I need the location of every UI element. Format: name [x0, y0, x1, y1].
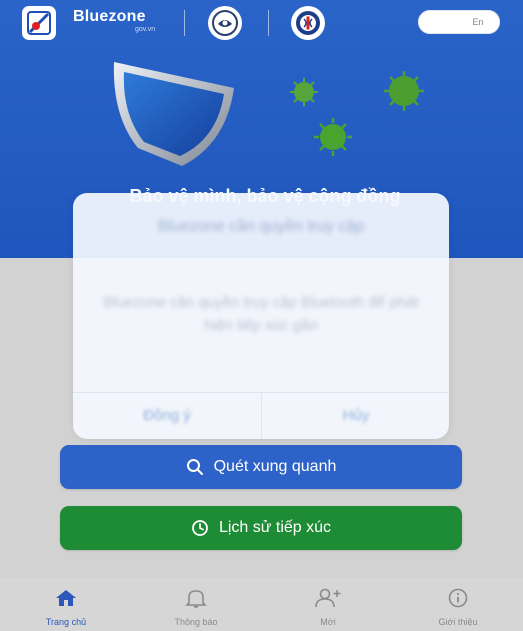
- contact-history-label: Lịch sử tiếp xúc: [218, 519, 332, 536]
- dialog-title: Bluezone cần quyền truy cập: [157, 218, 365, 235]
- bottom-tab-bar: Trang chủ Thông báo Mời Giới thiệu: [0, 578, 523, 631]
- lang-option-en[interactable]: En: [460, 10, 496, 34]
- tab-label: Trang chủ: [45, 617, 87, 627]
- tab-label: Giới thiệu: [438, 617, 478, 627]
- top-bar: Bluezone gov.vn Vi En: [0, 0, 523, 48]
- health-ministry-emblem-icon: [291, 6, 325, 40]
- scan-nearby-label: Quét xung quanh: [213, 458, 337, 475]
- scan-nearby-button[interactable]: Quét xung quanh: [60, 445, 462, 489]
- virus-icon: [384, 71, 424, 111]
- dialog-confirm-button[interactable]: Đồng ý: [73, 393, 261, 439]
- clock-icon: [191, 519, 209, 537]
- home-icon: [54, 588, 78, 613]
- contact-history-button[interactable]: Lịch sử tiếp xúc: [60, 506, 462, 550]
- tab-notifications[interactable]: Thông báo: [144, 578, 248, 631]
- language-toggle[interactable]: Vi En: [418, 10, 500, 34]
- bell-icon: [185, 588, 207, 613]
- search-icon: [186, 458, 204, 476]
- tab-invite[interactable]: Mời: [276, 578, 380, 631]
- divider: [268, 10, 269, 36]
- brand: Bluezone gov.vn: [73, 8, 155, 33]
- lang-option-vi[interactable]: Vi: [421, 10, 457, 34]
- dialog-cancel-button[interactable]: Hủy: [262, 393, 449, 439]
- virus-icon: [290, 78, 318, 106]
- bluezone-logo: [22, 6, 56, 40]
- tab-home[interactable]: Trang chủ: [14, 578, 118, 631]
- tab-label: Thông báo: [174, 617, 218, 627]
- brand-name: Bluezone: [73, 8, 146, 25]
- brand-domain: gov.vn: [135, 26, 156, 33]
- permission-dialog: Bluezone cần quyền truy cập Bluezone cần…: [73, 193, 449, 439]
- dialog-message: Bluezone cần quyền truy cập Bluetooth để…: [103, 294, 419, 334]
- info-icon: [447, 588, 469, 613]
- ministry-emblem-icon: [208, 6, 242, 40]
- divider: [184, 10, 185, 36]
- tab-about[interactable]: Giới thiệu: [406, 578, 510, 631]
- add-user-icon: [314, 588, 342, 613]
- shield-icon: [113, 62, 234, 166]
- virus-icon: [314, 118, 352, 156]
- tab-label: Mời: [320, 617, 336, 627]
